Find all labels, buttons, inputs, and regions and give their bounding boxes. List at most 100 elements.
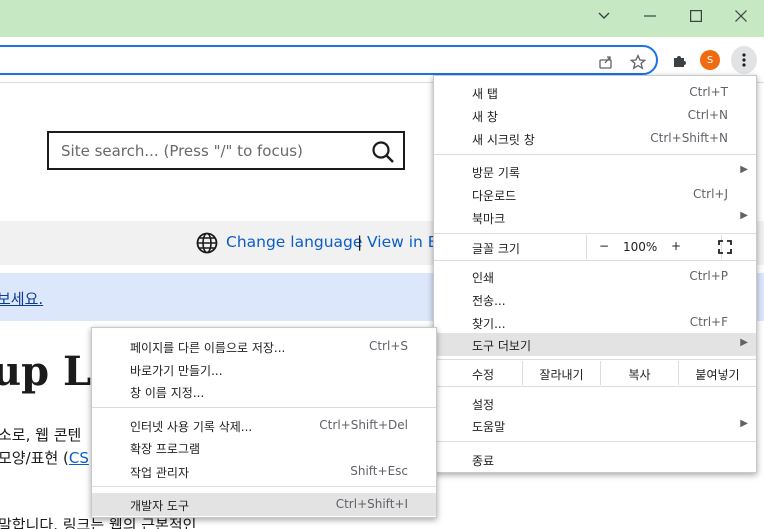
profile-avatar[interactable]: S	[700, 50, 720, 70]
profile-initial: S	[706, 54, 714, 66]
menu-item-label: 새 창	[472, 110, 498, 124]
body-text-line: 소로, 웹 콘텐	[0, 426, 82, 444]
site-search-box[interactable]	[47, 131, 405, 170]
fullscreen-icon[interactable]	[718, 240, 732, 254]
submenu-item-save-page[interactable]: 페이지를 다른 이름으로 저장... Ctrl+S	[92, 335, 436, 358]
zoom-in-button[interactable]: +	[671, 239, 681, 253]
zoom-level: 100%	[623, 240, 658, 254]
tab-search-button[interactable]	[581, 0, 627, 32]
submenu-arrow-icon: ▶	[740, 418, 748, 429]
menu-item-shortcut: Shift+Esc	[350, 464, 408, 478]
menu-item-label: 페이지를 다른 이름으로 저장...	[130, 341, 286, 355]
view-in-english-link[interactable]: View in E	[367, 233, 438, 251]
zoom-controls: − 100% +	[586, 235, 722, 259]
css-link[interactable]: CS	[69, 449, 89, 467]
menu-divider	[92, 486, 436, 487]
chevron-down-icon	[598, 12, 610, 19]
submenu-arrow-icon: ▶	[740, 210, 748, 221]
menu-item-bookmarks[interactable]: 북마크 ▶	[434, 206, 756, 229]
menu-item-exit[interactable]: 종료	[434, 448, 756, 471]
menu-item-find[interactable]: 찾기... Ctrl+F	[434, 311, 756, 334]
zoom-out-button[interactable]: −	[599, 239, 609, 253]
menu-item-history[interactable]: 방문 기록 ▶	[434, 160, 756, 183]
menu-item-label: 도구 더보기	[472, 339, 532, 353]
page-title: up L	[0, 348, 92, 395]
menu-item-shortcut: Ctrl+Shift+I	[335, 497, 408, 511]
menu-item-new-window[interactable]: 새 창 Ctrl+N	[434, 104, 756, 127]
submenu-item-name-window[interactable]: 창 이름 지정...	[92, 380, 436, 403]
menu-item-label: 글꼴 크기	[472, 242, 520, 256]
extensions-icon[interactable]	[667, 48, 691, 72]
menu-item-label: 종료	[472, 454, 495, 468]
chrome-menu-button[interactable]	[731, 46, 757, 74]
menu-divider	[434, 260, 756, 261]
search-icon[interactable]	[371, 140, 395, 164]
menu-item-label: 새 탭	[472, 87, 498, 101]
menu-item-new-incognito[interactable]: 새 시크릿 창 Ctrl+Shift+N	[434, 127, 756, 150]
submenu-arrow-icon: ▶	[740, 337, 748, 348]
menu-item-label: 다운로드	[472, 189, 517, 203]
menu-divider	[434, 154, 756, 155]
minimize-icon	[644, 15, 656, 17]
cut-button[interactable]: 잘라내기	[522, 361, 600, 385]
star-icon[interactable]	[629, 53, 647, 71]
menu-item-shortcut: Ctrl+P	[689, 269, 728, 283]
menu-item-shortcut: Ctrl+F	[689, 315, 728, 329]
menu-item-label: 작업 관리자	[130, 466, 190, 480]
menu-item-new-tab[interactable]: 새 탭 Ctrl+T	[434, 81, 756, 104]
language-separator: |	[357, 233, 363, 251]
menu-divider	[434, 386, 756, 387]
menu-item-zoom: 글꼴 크기 − 100% +	[434, 235, 756, 259]
title-bar	[0, 0, 764, 37]
site-search-input[interactable]	[61, 141, 361, 161]
menu-divider	[434, 233, 756, 234]
menu-item-label: 찾기...	[472, 317, 506, 331]
menu-item-label: 방문 기록	[472, 166, 520, 180]
close-window-button[interactable]	[718, 0, 764, 32]
submenu-item-task-manager[interactable]: 작업 관리자 Shift+Esc	[92, 460, 436, 483]
menu-divider	[434, 441, 756, 442]
menu-item-label: 인쇄	[472, 271, 495, 285]
menu-item-print[interactable]: 인쇄 Ctrl+P	[434, 265, 756, 288]
close-icon	[735, 10, 747, 22]
menu-item-label: 설정	[472, 398, 495, 412]
menu-item-label: 바로가기 만들기...	[130, 364, 223, 378]
menu-item-shortcut: Ctrl+Shift+N	[650, 131, 728, 145]
copy-button[interactable]: 복사	[600, 361, 678, 385]
menu-item-label: 새 시크릿 창	[472, 133, 535, 147]
share-icon[interactable]	[597, 53, 615, 71]
address-bar[interactable]	[0, 45, 658, 75]
maximize-button[interactable]	[673, 0, 719, 32]
menu-item-downloads[interactable]: 다운로드 Ctrl+J	[434, 183, 756, 206]
chrome-main-menu: 새 탭 Ctrl+T 새 창 Ctrl+N 새 시크릿 창 Ctrl+Shift+N …	[433, 75, 757, 473]
menu-divider	[92, 407, 436, 408]
menu-item-label: 창 이름 지정...	[130, 386, 205, 400]
menu-item-shortcut: Ctrl+N	[687, 108, 728, 122]
submenu-item-extensions[interactable]: 확장 프로그램	[92, 436, 436, 459]
globe-icon	[196, 232, 218, 254]
menu-item-cast[interactable]: 전송...	[434, 288, 756, 311]
menu-item-shortcut: Ctrl+Shift+Del	[319, 418, 408, 432]
change-language-link[interactable]: Change language	[226, 233, 362, 251]
submenu-item-developer-tools[interactable]: 개발자 도구 Ctrl+Shift+I	[92, 493, 436, 516]
menu-item-help[interactable]: 도움말 ▶	[434, 414, 756, 437]
menu-item-settings[interactable]: 설정	[434, 392, 756, 415]
paste-button[interactable]: 붙여넣기	[678, 361, 756, 385]
submenu-item-clear-browsing-data[interactable]: 인터넷 사용 기록 삭제... Ctrl+Shift+Del	[92, 414, 436, 437]
menu-divider	[434, 359, 756, 360]
body-text-prefix: 모양/표현 (	[0, 449, 69, 467]
menu-item-shortcut: Ctrl+S	[368, 339, 408, 353]
minimize-button[interactable]	[627, 0, 673, 32]
more-tools-submenu: 페이지를 다른 이름으로 저장... Ctrl+S 바로가기 만들기... 창 이…	[91, 327, 437, 518]
submenu-item-create-shortcut[interactable]: 바로가기 만들기...	[92, 358, 436, 381]
menu-item-shortcut: Ctrl+T	[689, 85, 728, 99]
submenu-arrow-icon: ▶	[740, 164, 748, 175]
kebab-menu-icon	[742, 53, 746, 67]
body-text-line: 모양/표현 (CS	[0, 447, 89, 468]
menu-item-more-tools[interactable]: 도구 더보기 ▶	[434, 333, 756, 356]
menu-item-label: 수정	[472, 368, 495, 382]
menu-item-label: 인터넷 사용 기록 삭제...	[130, 420, 253, 434]
notice-link[interactable]: 보세요.	[0, 288, 43, 309]
menu-item-label: 확장 프로그램	[130, 442, 201, 456]
menu-item-shortcut: Ctrl+J	[693, 187, 728, 201]
